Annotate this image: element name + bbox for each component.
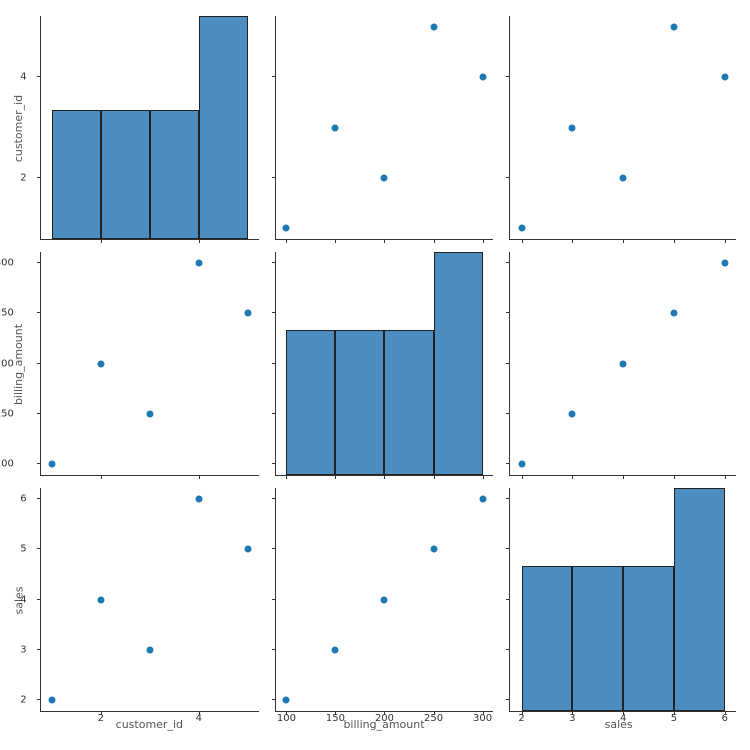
tick-label: 250: [0, 308, 14, 319]
scatter-point: [720, 73, 729, 82]
scatter-point: [669, 23, 678, 32]
panel-billing_amount-vs-billing_amount: [267, 246, 502, 482]
scatter-point: [380, 173, 389, 182]
scatter-point: [194, 495, 203, 504]
pairplot-grid: customer_id24billing_amount1001502002503…: [0, 0, 750, 750]
panel-sales-vs-customer_id: 2423456: [32, 482, 267, 718]
xlabel-billing_amount: billing_amount: [267, 718, 502, 744]
tick-label: 2: [20, 172, 26, 183]
panel-customer_id-vs-sales: [501, 10, 736, 246]
scatter-point: [619, 359, 628, 368]
scatter-point: [568, 409, 577, 418]
scatter-point: [478, 73, 487, 82]
scatter-point: [96, 359, 105, 368]
panel-sales-vs-sales: 23456: [501, 482, 736, 718]
scatter-point: [568, 123, 577, 132]
scatter-point: [669, 309, 678, 318]
scatter-point: [243, 309, 252, 318]
hist-bar: [101, 110, 150, 239]
scatter-point: [331, 123, 340, 132]
scatter-point: [380, 595, 389, 604]
panel-billing_amount-vs-customer_id: 100150200250300: [32, 246, 267, 482]
scatter-point: [145, 409, 154, 418]
hist-bar: [434, 252, 483, 475]
tick-label: 150: [0, 408, 14, 419]
hist-bar: [674, 488, 725, 711]
scatter-point: [145, 645, 154, 654]
hist-bar: [199, 16, 248, 239]
scatter-point: [282, 223, 291, 232]
hist-bar: [52, 110, 101, 239]
scatter-point: [517, 459, 526, 468]
scatter-point: [331, 645, 340, 654]
tick-label: 4: [20, 72, 26, 83]
tick-label: 2: [20, 694, 26, 705]
scatter-point: [47, 695, 56, 704]
tick-label: 300: [0, 258, 14, 269]
axis-label: customer_id: [116, 718, 183, 731]
tick-label: 3: [20, 644, 26, 655]
panel-billing_amount-vs-sales: [501, 246, 736, 482]
hist-bar: [522, 566, 573, 711]
scatter-point: [243, 545, 252, 554]
tick-label: 5: [20, 544, 26, 555]
hist-bar: [572, 566, 623, 711]
ylabel-customer_id: customer_id: [6, 10, 32, 246]
hist-bar: [150, 110, 199, 239]
hist-bar: [286, 330, 335, 475]
scatter-point: [96, 595, 105, 604]
scatter-point: [478, 495, 487, 504]
scatter-point: [720, 259, 729, 268]
tick-label: 100: [0, 458, 14, 469]
scatter-point: [429, 23, 438, 32]
hist-bar: [384, 330, 433, 475]
panel-sales-vs-billing_amount: 100150200250300: [267, 482, 502, 718]
panel-customer_id-vs-billing_amount: [267, 10, 502, 246]
axis-label: customer_id: [13, 94, 26, 161]
scatter-point: [429, 545, 438, 554]
scatter-point: [282, 695, 291, 704]
axis-label: sales: [605, 718, 633, 731]
xlabel-customer_id: customer_id: [32, 718, 267, 744]
tick-label: 200: [0, 358, 14, 369]
hist-bar: [335, 330, 384, 475]
axis-label: billing_amount: [343, 718, 424, 731]
scatter-point: [194, 259, 203, 268]
scatter-point: [517, 223, 526, 232]
tick-label: 4: [20, 594, 26, 605]
hist-bar: [623, 566, 674, 711]
tick-label: 6: [20, 494, 26, 505]
xlabel-sales: sales: [501, 718, 736, 744]
ylabel-sales: sales: [6, 482, 32, 718]
panel-customer_id-vs-customer_id: 24: [32, 10, 267, 246]
scatter-point: [619, 173, 628, 182]
scatter-point: [47, 459, 56, 468]
axis-label: billing_amount: [13, 323, 26, 404]
